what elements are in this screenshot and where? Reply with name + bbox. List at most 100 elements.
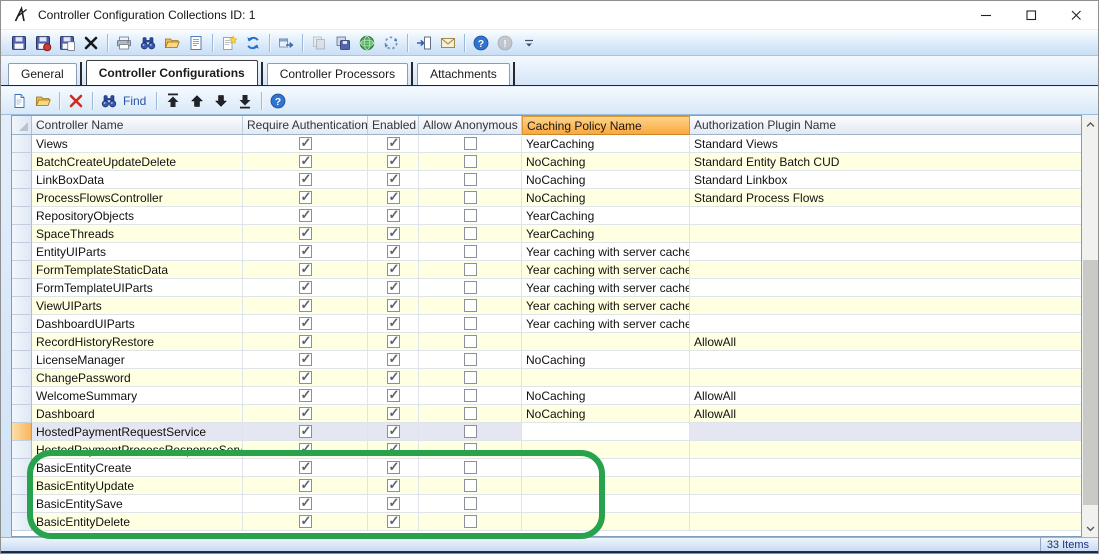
checked-checkbox-icon[interactable] [298, 297, 312, 313]
table-row[interactable]: SpaceThreads YearCaching [12, 225, 1081, 243]
delete-button[interactable] [79, 31, 103, 55]
cell-enabled[interactable] [368, 189, 419, 207]
cell-enabled[interactable] [368, 207, 419, 225]
cell-caching-policy[interactable]: Year caching with server cache [522, 279, 690, 297]
tab-controller-configurations[interactable]: Controller Configurations [85, 60, 258, 85]
cell-authorization-plugin[interactable] [690, 369, 1081, 387]
row-selector[interactable] [12, 387, 32, 405]
unchecked-checkbox-icon[interactable] [463, 497, 477, 510]
cell-controller-name[interactable]: BasicEntityDelete [32, 513, 243, 531]
cell-allow-anonymous[interactable] [419, 405, 522, 423]
checked-checkbox-icon[interactable] [386, 315, 400, 331]
checked-checkbox-icon[interactable] [298, 423, 312, 439]
checked-checkbox-icon[interactable] [298, 207, 312, 223]
cell-authorization-plugin[interactable] [690, 423, 1081, 441]
send-button[interactable] [436, 31, 460, 55]
cell-allow-anonymous[interactable] [419, 351, 522, 369]
table-row[interactable]: WelcomeSummary NoCachingAllowAll [12, 387, 1081, 405]
checked-checkbox-icon[interactable] [386, 351, 400, 367]
cell-authorization-plugin[interactable] [690, 261, 1081, 279]
unchecked-checkbox-icon[interactable] [463, 371, 477, 384]
cell-controller-name[interactable]: BasicEntitySave [32, 495, 243, 513]
checked-checkbox-icon[interactable] [298, 153, 312, 169]
cell-allow-anonymous[interactable] [419, 495, 522, 513]
cell-require-authentication[interactable] [243, 333, 368, 351]
unchecked-checkbox-icon[interactable] [463, 173, 477, 186]
vertical-scrollbar[interactable] [1082, 115, 1098, 537]
wizard-button[interactable] [217, 31, 241, 55]
cell-controller-name[interactable]: BatchCreateUpdateDelete [32, 153, 243, 171]
cell-authorization-plugin[interactable] [690, 351, 1081, 369]
checked-checkbox-icon[interactable] [298, 243, 312, 259]
table-row[interactable]: BasicEntitySave [12, 495, 1081, 513]
save-records-button[interactable] [331, 31, 355, 55]
cell-enabled[interactable] [368, 441, 419, 459]
checked-checkbox-icon[interactable] [386, 189, 400, 205]
minimize-button[interactable] [963, 1, 1008, 29]
checked-checkbox-icon[interactable] [386, 423, 400, 439]
row-selector[interactable] [12, 351, 32, 369]
close-button[interactable] [1053, 1, 1098, 29]
row-selector[interactable] [12, 225, 32, 243]
checked-checkbox-icon[interactable] [386, 513, 400, 529]
cell-allow-anonymous[interactable] [419, 333, 522, 351]
delete-row-button[interactable] [64, 89, 88, 113]
cell-enabled[interactable] [368, 387, 419, 405]
table-row[interactable]: Views YearCachingStandard Views [12, 135, 1081, 153]
cell-require-authentication[interactable] [243, 297, 368, 315]
cell-require-authentication[interactable] [243, 207, 368, 225]
cell-caching-policy[interactable]: NoCaching [522, 387, 690, 405]
row-selector[interactable] [12, 495, 32, 513]
select-all-corner[interactable] [12, 116, 32, 135]
checked-checkbox-icon[interactable] [298, 405, 312, 421]
checked-checkbox-icon[interactable] [298, 387, 312, 403]
popout-button[interactable] [274, 31, 298, 55]
cell-controller-name[interactable]: HostedPaymentProcessResponseService [32, 441, 243, 459]
checked-checkbox-icon[interactable] [298, 477, 312, 493]
find-button[interactable] [136, 31, 160, 55]
cell-require-authentication[interactable] [243, 441, 368, 459]
open-row-button[interactable] [31, 89, 55, 113]
cell-authorization-plugin[interactable]: AllowAll [690, 405, 1081, 423]
help-button[interactable]: ? [469, 31, 493, 55]
scrollbar-thumb[interactable] [1083, 260, 1098, 505]
print-button[interactable] [112, 31, 136, 55]
checked-checkbox-icon[interactable] [386, 135, 400, 151]
row-selector[interactable] [12, 441, 32, 459]
tab-controller-processors[interactable]: Controller Processors [266, 63, 409, 85]
scroll-down-button[interactable] [1082, 519, 1098, 537]
checked-checkbox-icon[interactable] [298, 261, 312, 277]
checked-checkbox-icon[interactable] [298, 459, 312, 475]
cell-caching-policy[interactable]: Year caching with server cache [522, 297, 690, 315]
cell-caching-policy[interactable]: Year caching with server cache [522, 315, 690, 333]
cell-authorization-plugin[interactable] [690, 441, 1081, 459]
checked-checkbox-icon[interactable] [298, 333, 312, 349]
row-selector[interactable] [12, 171, 32, 189]
checked-checkbox-icon[interactable] [298, 351, 312, 367]
cell-caching-policy[interactable]: YearCaching [522, 207, 690, 225]
cell-authorization-plugin[interactable]: Standard Entity Batch CUD [690, 153, 1081, 171]
cell-caching-policy[interactable]: YearCaching [522, 225, 690, 243]
cell-require-authentication[interactable] [243, 315, 368, 333]
cell-require-authentication[interactable] [243, 135, 368, 153]
table-row[interactable]: ViewUIParts Year caching with server cach… [12, 297, 1081, 315]
table-row[interactable]: HostedPaymentProcessResponseService [12, 441, 1081, 459]
cell-caching-policy[interactable]: NoCaching [522, 405, 690, 423]
cell-authorization-plugin[interactable]: AllowAll [690, 333, 1081, 351]
cell-require-authentication[interactable] [243, 477, 368, 495]
tab-general[interactable]: General [8, 63, 77, 85]
cell-controller-name[interactable]: LicenseManager [32, 351, 243, 369]
open-button[interactable] [160, 31, 184, 55]
save-and-new-button[interactable] [55, 31, 79, 55]
checked-checkbox-icon[interactable] [386, 369, 400, 385]
column-header-enabled[interactable]: Enabled [368, 116, 419, 135]
cell-controller-name[interactable]: ViewUIParts [32, 297, 243, 315]
cell-allow-anonymous[interactable] [419, 315, 522, 333]
cell-require-authentication[interactable] [243, 225, 368, 243]
cell-enabled[interactable] [368, 351, 419, 369]
row-selector[interactable] [12, 369, 32, 387]
checked-checkbox-icon[interactable] [386, 297, 400, 313]
cell-caching-policy[interactable]: Year caching with server cache [522, 243, 690, 261]
web-button[interactable] [355, 31, 379, 55]
move-up-button[interactable] [185, 89, 209, 113]
